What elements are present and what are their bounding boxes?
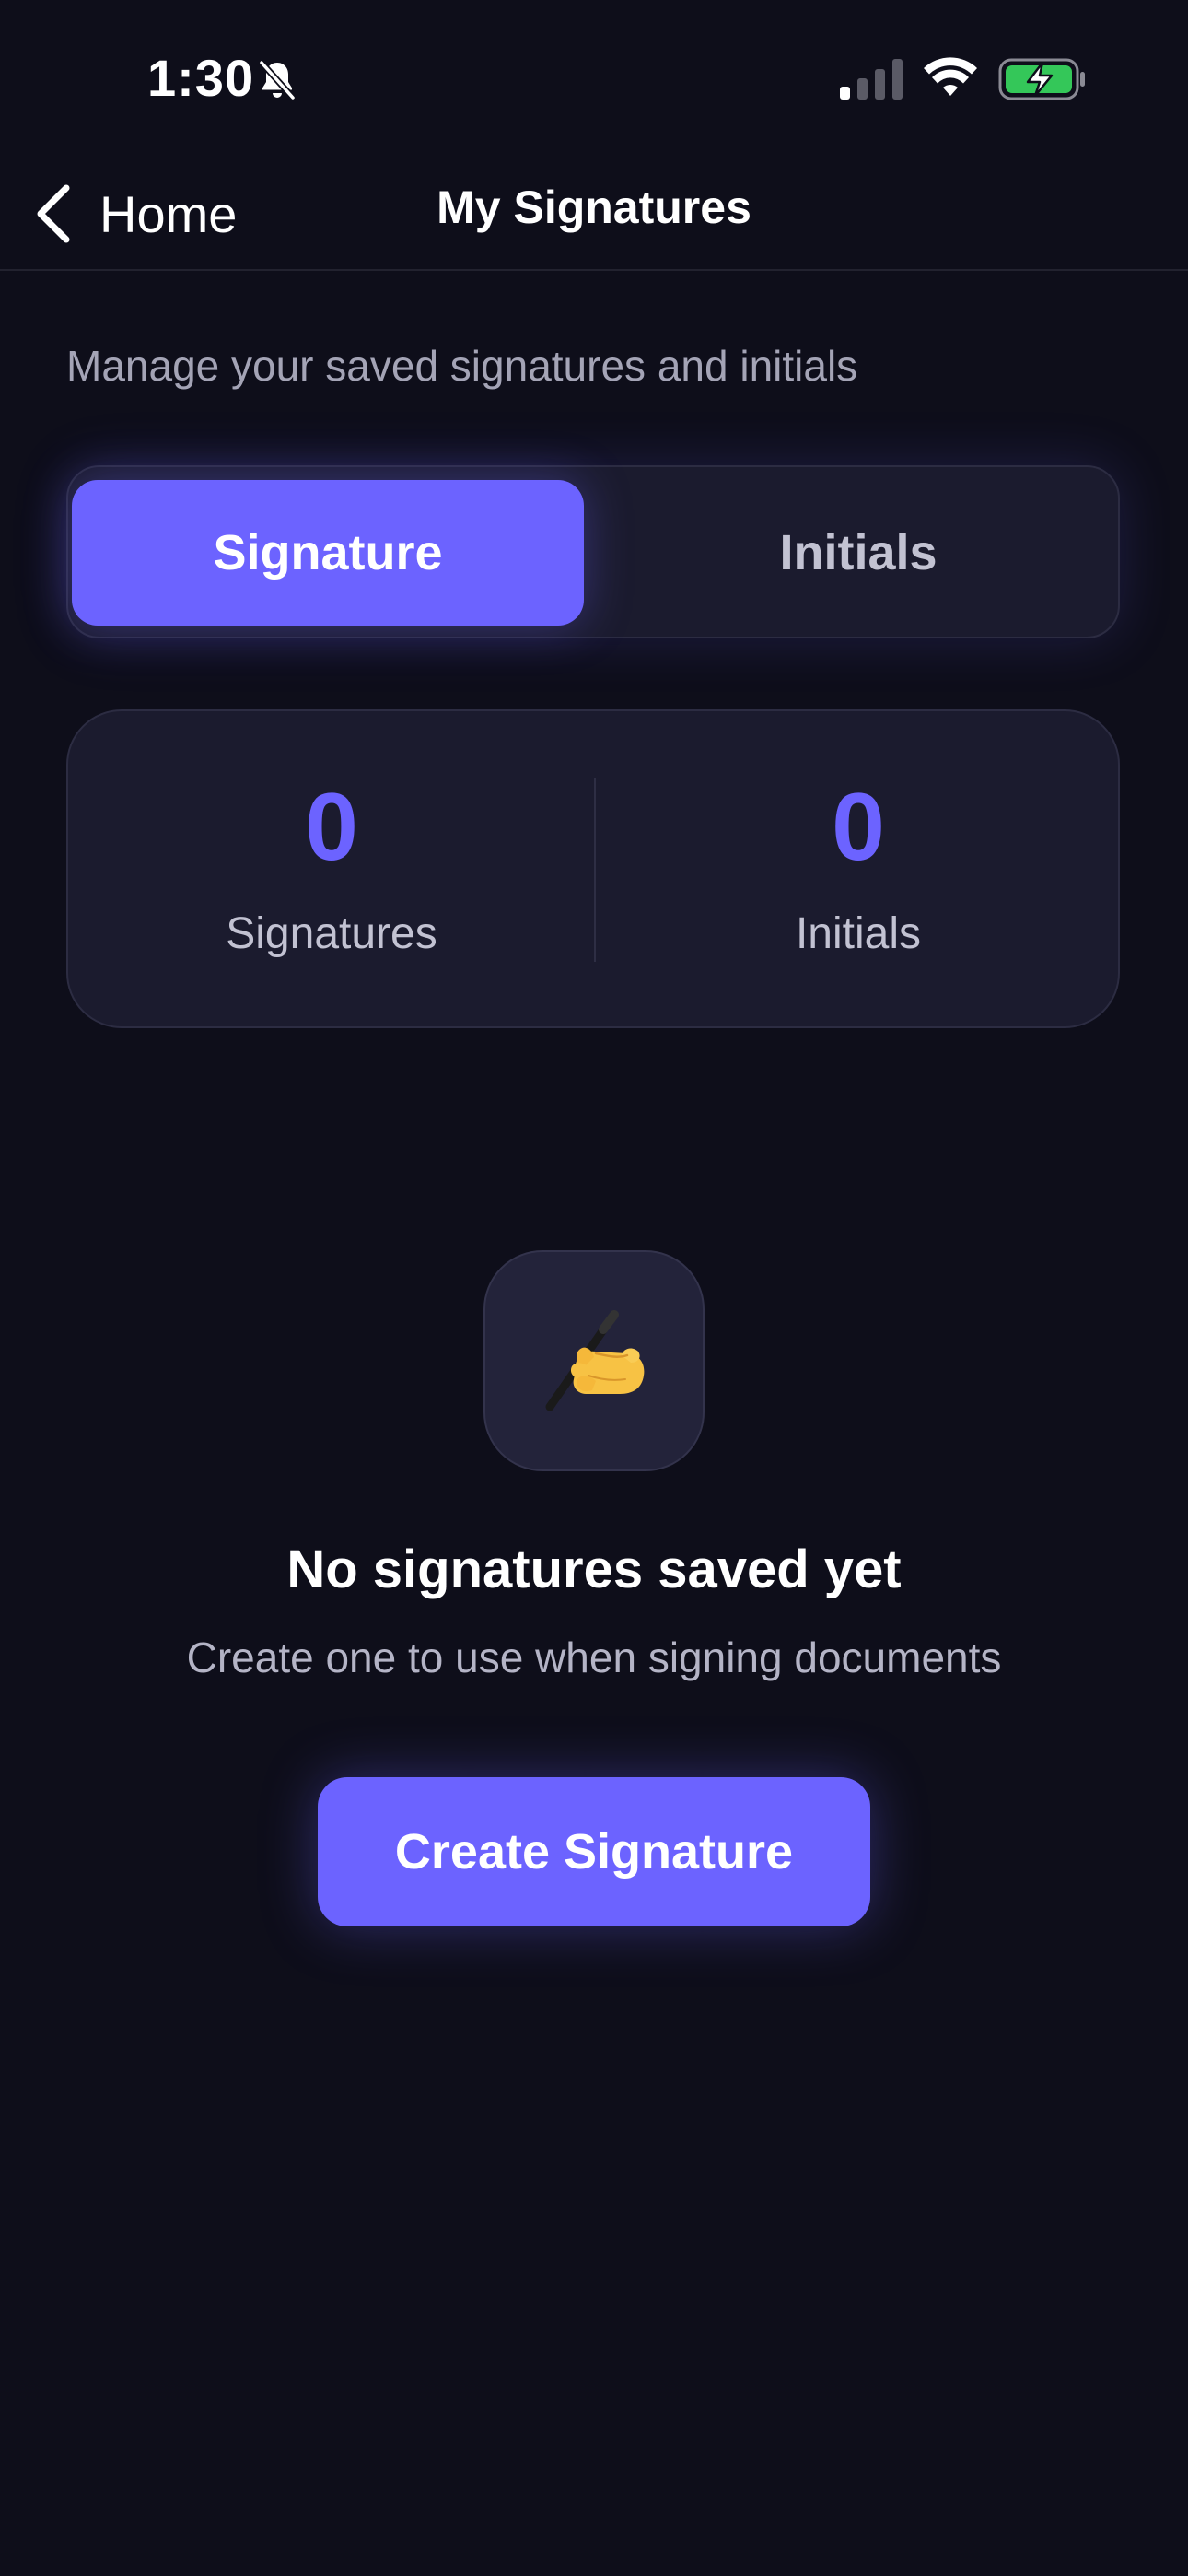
stat-signatures-count: 0 bbox=[305, 774, 358, 881]
tab-signature[interactable]: Signature bbox=[72, 480, 584, 626]
stat-signatures: 0 Signatures bbox=[68, 711, 595, 1030]
back-label: Home bbox=[99, 184, 238, 243]
back-button[interactable]: Home bbox=[33, 173, 237, 254]
segmented-control: Signature Initials bbox=[66, 465, 1120, 638]
writing-hand-icon bbox=[545, 1310, 645, 1411]
empty-state-title: No signatures saved yet bbox=[286, 1540, 902, 1599]
battery-charging-icon bbox=[998, 58, 1085, 100]
chevron-left-icon bbox=[37, 184, 70, 243]
bell-off-icon bbox=[259, 60, 296, 100]
nav-bar: My Signatures Home bbox=[0, 157, 1188, 271]
signal-icon bbox=[840, 59, 903, 100]
stat-initials-count: 0 bbox=[832, 774, 885, 881]
status-time: 1:30 bbox=[147, 49, 255, 107]
status-bar: 1:30 bbox=[0, 0, 1188, 157]
tab-initials[interactable]: Initials bbox=[602, 480, 1114, 626]
stat-initials: 0 Initials bbox=[595, 711, 1122, 1030]
empty-state-subtitle: Create one to use when signing documents bbox=[186, 1633, 1002, 1681]
stats-card: 0 Signatures 0 Initials bbox=[66, 709, 1120, 1028]
wifi-icon bbox=[924, 57, 977, 96]
empty-state-icon-tile bbox=[483, 1250, 705, 1471]
stat-signatures-label: Signatures bbox=[226, 909, 437, 958]
stat-initials-label: Initials bbox=[795, 909, 922, 958]
page-subtitle: Manage your saved signatures and initial… bbox=[66, 342, 858, 390]
create-signature-button[interactable]: Create Signature bbox=[318, 1777, 870, 1926]
